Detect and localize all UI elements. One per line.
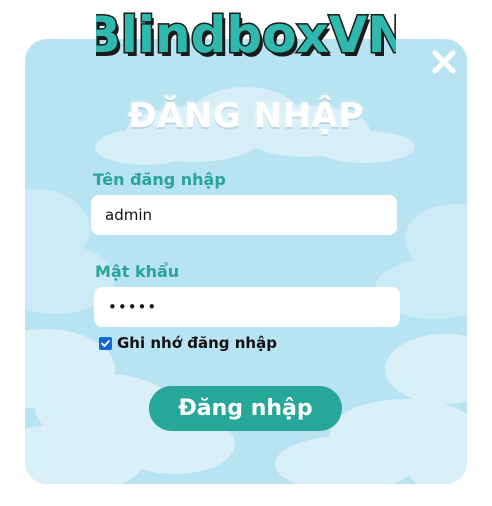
page-title: ĐĂNG NHẬP: [128, 96, 364, 136]
brand-logo: BlindboxVN BlindboxVN: [81, 0, 412, 69]
username-label: Tên đăng nhập: [93, 170, 226, 189]
remember-me[interactable]: Ghi nhớ đăng nhập: [99, 334, 277, 352]
brand-logo-text: BlindboxVN: [96, 6, 396, 62]
remember-label: Ghi nhớ đăng nhập: [117, 334, 277, 352]
login-button[interactable]: Đăng nhập: [149, 386, 342, 431]
username-input[interactable]: [91, 195, 397, 235]
close-button[interactable]: [430, 48, 458, 76]
password-label: Mật khẩu: [95, 262, 180, 281]
remember-checkbox[interactable]: [99, 336, 112, 350]
close-icon: [432, 50, 456, 74]
password-input[interactable]: [94, 287, 400, 327]
login-button-label: Đăng nhập: [178, 396, 313, 421]
login-screen: BlindboxVN BlindboxVN ĐĂNG NHẬP Tên đăng…: [0, 0, 492, 506]
checkmark-icon: [101, 339, 110, 347]
